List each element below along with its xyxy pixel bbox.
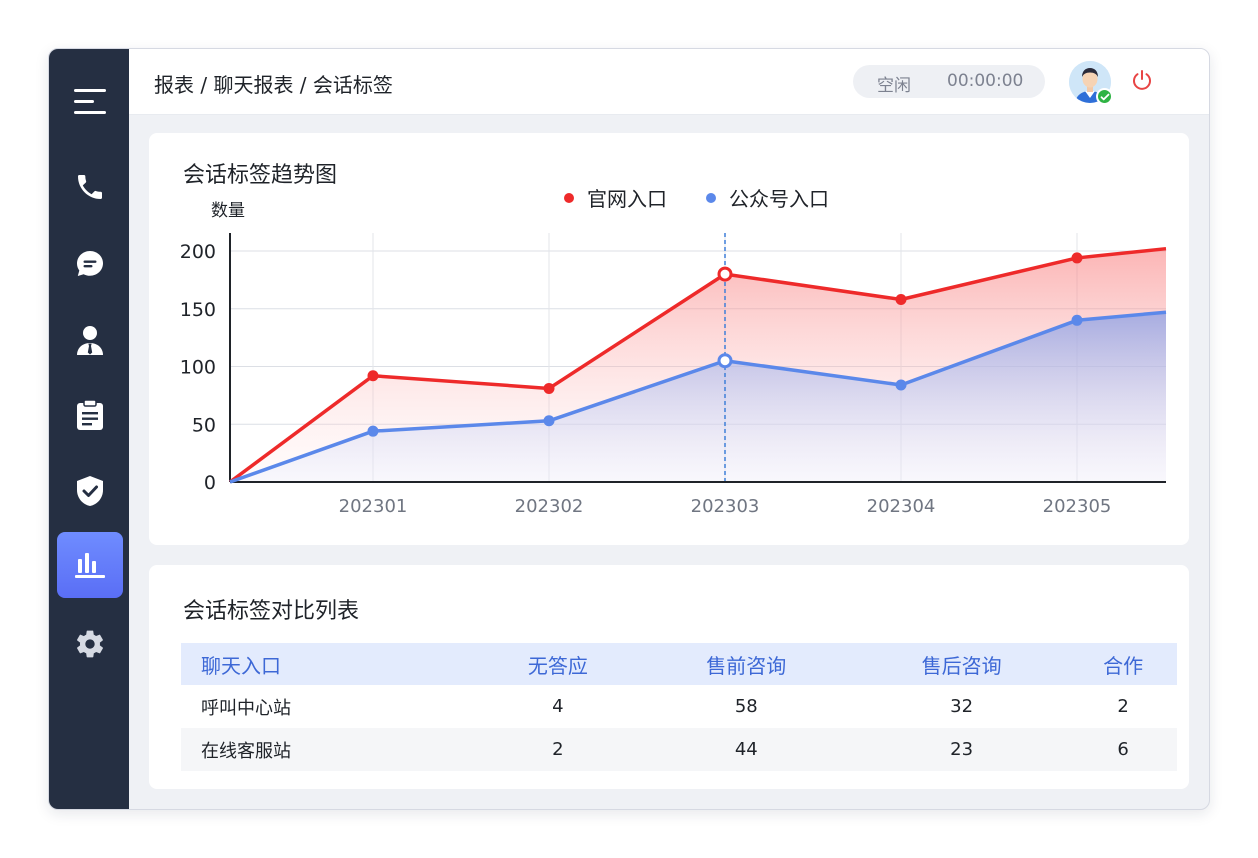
- y-tick-label: 200: [180, 241, 216, 263]
- agent-icon: [75, 324, 105, 356]
- data-point: [1072, 315, 1083, 326]
- sidebar-item-reports[interactable]: [57, 382, 123, 448]
- sidebar-item-phone[interactable]: [57, 154, 123, 220]
- chat-icon: [75, 249, 105, 279]
- legend-label: 官网入口: [587, 187, 667, 211]
- x-tick-label: 202305: [1043, 496, 1112, 517]
- table-header-row: 聊天入口 无答应 售前咨询 售后咨询 合作: [181, 643, 1177, 685]
- sidebar-item-chat[interactable]: [57, 231, 123, 297]
- check-icon: [1100, 92, 1110, 102]
- y-axis-label: 数量: [211, 201, 245, 221]
- x-tick-label: 202304: [867, 496, 936, 517]
- y-tick-label: 50: [192, 414, 216, 436]
- avatar[interactable]: [1069, 61, 1111, 103]
- sidebar-item-security[interactable]: [57, 458, 123, 524]
- data-point: [544, 383, 555, 394]
- table-cell: 23: [854, 728, 1069, 771]
- data-point: [368, 426, 379, 437]
- x-tick-label: 202302: [515, 496, 584, 517]
- data-point: [896, 379, 907, 390]
- phone-icon: [74, 171, 106, 203]
- table-cell: 58: [639, 685, 854, 728]
- status-timer: 00:00:00: [947, 71, 1023, 91]
- table-cell: 32: [854, 685, 1069, 728]
- shield-icon: [76, 475, 104, 507]
- legend-marker: [564, 193, 574, 203]
- y-tick-label: 0: [204, 472, 216, 494]
- online-badge: [1096, 88, 1113, 105]
- legend-label: 公众号入口: [729, 187, 829, 211]
- table-row[interactable]: 在线客服站 2 44 23 6: [181, 728, 1177, 771]
- sidebar-item-settings[interactable]: [57, 611, 123, 677]
- sidebar: [49, 49, 129, 809]
- table-title: 会话标签对比列表: [183, 593, 359, 625]
- trend-chart: 0 50 100 150 200 202301 202302 202303 202304 2023…: [149, 133, 1189, 545]
- table-cell: 在线客服站: [181, 728, 477, 771]
- clipboard-icon: [76, 399, 104, 431]
- data-point-highlighted: [719, 355, 731, 367]
- table-cell: 2: [477, 728, 639, 771]
- trend-chart-card: 会话标签趋势图 05010015020020230120230220230320…: [149, 133, 1189, 545]
- logout-button[interactable]: [1131, 69, 1153, 91]
- y-tick-label: 100: [180, 357, 216, 379]
- menu-icon: [74, 88, 106, 116]
- table-cell: 2: [1069, 685, 1177, 728]
- sidebar-item-agent[interactable]: [57, 307, 123, 373]
- top-bar: 报表 / 聊天报表 / 会话标签 空闲 00:00:00: [129, 49, 1209, 115]
- sidebar-item-statistics[interactable]: [57, 532, 123, 598]
- bar-chart-icon: [75, 551, 105, 579]
- x-tick-label: 202303: [691, 496, 760, 517]
- comparison-table-card: 会话标签对比列表 聊天入口 无答应 售前咨询 售后咨询 合作 呼叫中心站 4 5…: [149, 565, 1189, 789]
- column-header-entry: 聊天入口: [181, 643, 477, 685]
- table-cell: 呼叫中心站: [181, 685, 477, 728]
- data-point: [896, 294, 907, 305]
- x-tick-label: 202301: [339, 496, 408, 517]
- agent-status-pill[interactable]: 空闲 00:00:00: [853, 65, 1045, 98]
- column-header-cooperation: 合作: [1069, 643, 1177, 685]
- breadcrumb: 报表 / 聊天报表 / 会话标签: [154, 69, 393, 98]
- gear-icon: [74, 628, 106, 660]
- table-cell: 44: [639, 728, 854, 771]
- column-header-aftersales: 售后咨询: [854, 643, 1069, 685]
- column-header-no-answer: 无答应: [477, 643, 639, 685]
- data-point-highlighted: [719, 268, 731, 280]
- table-cell: 4: [477, 685, 639, 728]
- column-header-presales: 售前咨询: [639, 643, 854, 685]
- table-row[interactable]: 呼叫中心站 4 58 32 2: [181, 685, 1177, 728]
- data-point: [544, 415, 555, 426]
- table-cell: 6: [1069, 728, 1177, 771]
- data-point: [368, 370, 379, 381]
- menu-button[interactable]: [57, 69, 123, 135]
- y-tick-label: 150: [180, 299, 216, 321]
- data-point: [1072, 252, 1083, 263]
- power-icon: [1131, 69, 1153, 91]
- agent-status-label: 空闲: [877, 71, 911, 96]
- comparison-table: 聊天入口 无答应 售前咨询 售后咨询 合作 呼叫中心站 4 58 32 2 在线…: [181, 643, 1177, 771]
- app-window: 报表 / 聊天报表 / 会话标签 空闲 00:00:00: [48, 48, 1210, 810]
- legend-marker: [706, 193, 716, 203]
